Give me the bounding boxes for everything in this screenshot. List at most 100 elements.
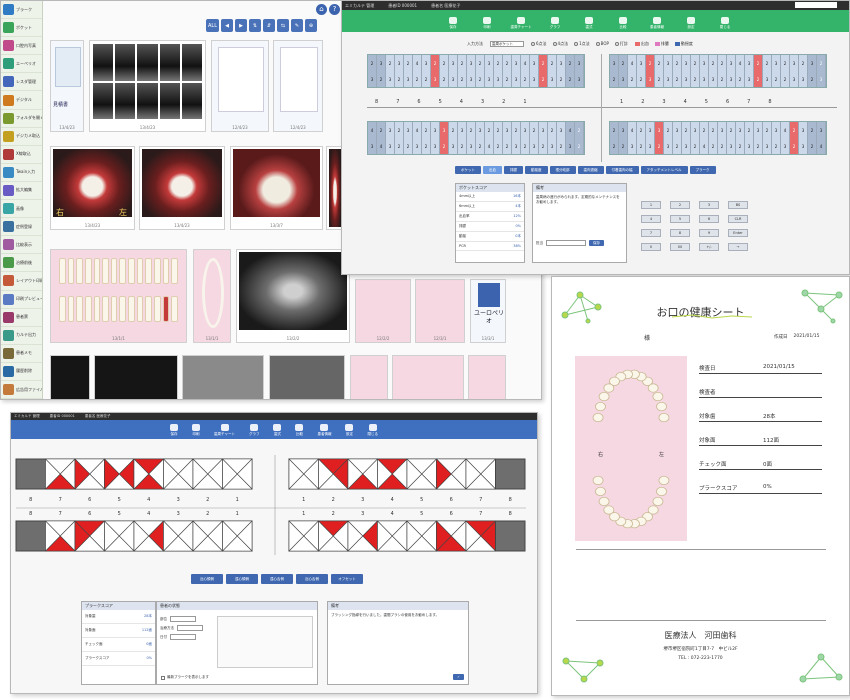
tooth-chart-thumbnail[interactable]: 12/2/2 [355,279,411,343]
sidebar-item[interactable]: 治療前後 [1,254,42,273]
tooth-cell[interactable]: 22 [754,55,763,87]
tooth-cell[interactable]: 22 [808,122,817,154]
tooth-cell[interactable]: 43 [628,122,637,154]
tooth-cell[interactable]: 23 [763,122,772,154]
tooth-cell[interactable]: 23 [404,55,413,87]
keypad-key[interactable]: 9 [699,229,719,237]
tooth-cell[interactable]: 23 [368,55,377,87]
tooth-cell[interactable]: 33 [790,55,799,87]
tooth-cell[interactable]: 33 [512,55,521,87]
memo-text[interactable]: ブラッシング指導を行いました。歯間ブラシの使用をお勧めします。 [328,610,468,621]
sidebar-item[interactable]: 拡大編集 [1,182,42,201]
latest-plaque-checkbox[interactable] [161,675,165,680]
tooth-cell[interactable]: 22 [781,55,790,87]
radio-option[interactable]: 4点法 [552,41,568,47]
tooth-cell[interactable]: 33 [575,55,584,87]
tooth-cell[interactable]: 23 [817,55,826,87]
plaque-tooth[interactable] [406,458,438,490]
xray-thumbnail[interactable] [94,355,178,399]
home-icon[interactable]: ⌂ [316,4,327,15]
xray-thumbnail[interactable] [50,355,90,399]
tab-1[interactable]: 出血 [483,166,502,174]
tooth-cell[interactable]: 22 [790,122,799,154]
tooth-cell[interactable]: 23 [619,55,628,87]
tooth-cell[interactable]: 23 [494,55,503,87]
tab-0[interactable]: ポケット [455,166,481,174]
tooth-cell[interactable]: 24 [700,122,709,154]
toolbar-button[interactable]: ⊕ [305,19,317,32]
tooth-cell[interactable]: 23 [709,55,718,87]
radio-option[interactable]: BOP [595,41,609,47]
sidebar-item[interactable]: 患者メモ [1,345,42,363]
tab-8[interactable]: プラーク [689,166,716,174]
sidebar-item[interactable]: ブラーク [1,1,42,20]
plaque-tooth[interactable] [44,520,76,552]
plaque-tooth[interactable] [465,458,497,490]
toolbar-button[interactable]: ⇵ [263,19,275,32]
tooth-cell[interactable]: 32 [476,122,485,154]
keypad-key[interactable]: → [728,243,748,251]
tooth-cell[interactable]: 32 [718,122,727,154]
plaque-tooth[interactable] [15,458,46,490]
toolbar-item[interactable]: 患者情報 [646,17,668,30]
tooth-cell[interactable]: 42 [628,55,637,87]
sidebar-item[interactable]: レイアウト印刷 [1,272,42,291]
tooth-cell[interactable]: 22 [503,55,512,87]
tooth-cell[interactable]: 23 [763,55,772,87]
tooth-cell[interactable]: 23 [530,122,539,154]
tooth-cell[interactable]: 32 [772,122,781,154]
plaque-tooth[interactable] [347,520,379,552]
tooth-cell[interactable]: 23 [799,55,808,87]
tooth-cell[interactable]: 32 [395,55,404,87]
tooth-cell[interactable]: 33 [727,55,736,87]
sidebar-item[interactable]: 履歴削除 [1,363,42,381]
tooth-cell[interactable]: 32 [377,55,386,87]
tooth-cell[interactable]: 43 [413,122,422,154]
keypad-key[interactable]: 5 [670,215,690,223]
tooth-cell[interactable]: 32 [808,55,817,87]
keypad-key[interactable]: +/- [699,243,719,251]
tab-4[interactable]: オフセット [331,574,363,584]
plaque-tooth[interactable] [288,458,320,490]
tooth-cell[interactable]: 22 [494,122,503,154]
arch-chart-thumbnail[interactable]: 12/3/1 [415,279,465,343]
tooth-cell[interactable]: 33 [664,55,673,87]
plaque-tooth[interactable] [376,458,408,490]
tooth-cell[interactable]: 32 [619,122,628,154]
sidebar-item[interactable]: 症例登録 [1,218,42,237]
plaque-tooth[interactable] [162,520,194,552]
keypad-key[interactable]: 3 [699,201,719,209]
toolbar-item[interactable]: 比較 [295,424,304,437]
plaque-tooth[interactable] [495,520,526,552]
toolbar-button[interactable]: ⇅ [249,19,261,32]
plaque-tooth[interactable] [103,458,135,490]
tooth-cell[interactable]: 33 [700,55,709,87]
tooth-cell[interactable]: 23 [548,55,557,87]
tooth-cell[interactable]: 22 [566,55,575,87]
sidebar-item[interactable]: 広告用ファイル [1,381,42,399]
sidebar-item[interactable]: X線取込 [1,146,42,164]
toolbar-button[interactable]: ◀ [221,19,233,32]
keypad-key[interactable]: 0 [641,243,661,251]
plaque-tooth[interactable] [221,520,253,552]
tooth-cell[interactable]: 22 [539,55,548,87]
tooth-cell[interactable]: 23 [646,55,655,87]
sidebar-item[interactable]: デジカメ取込 [1,128,42,146]
toolbar-item[interactable]: 保存 [170,424,179,437]
plaque-tooth[interactable] [192,520,224,552]
tab-5[interactable]: 歯肉退縮 [577,166,604,174]
occlusal-photo-thumbnail[interactable]: 13/3/7 [230,146,323,230]
tooth-chart-thumbnail[interactable] [392,355,464,399]
plaque-tooth[interactable] [347,458,379,490]
help-icon[interactable]: ? [329,4,340,15]
tooth-cell[interactable]: 22 [637,122,646,154]
tooth-cell[interactable]: 32 [503,122,512,154]
tooth-cell[interactable]: 32 [637,55,646,87]
xray-series-thumbnail[interactable]: 13/4/23 [89,40,206,132]
tooth-cell[interactable]: 33 [799,122,808,154]
tooth-cell[interactable]: 32 [736,122,745,154]
tab-3[interactable]: 動揺度 [525,166,548,174]
radio-option[interactable]: 1点法 [574,41,590,47]
sidebar-item[interactable]: 口腔内写真 [1,37,42,56]
sidebar-item[interactable]: デジタル [1,91,42,110]
